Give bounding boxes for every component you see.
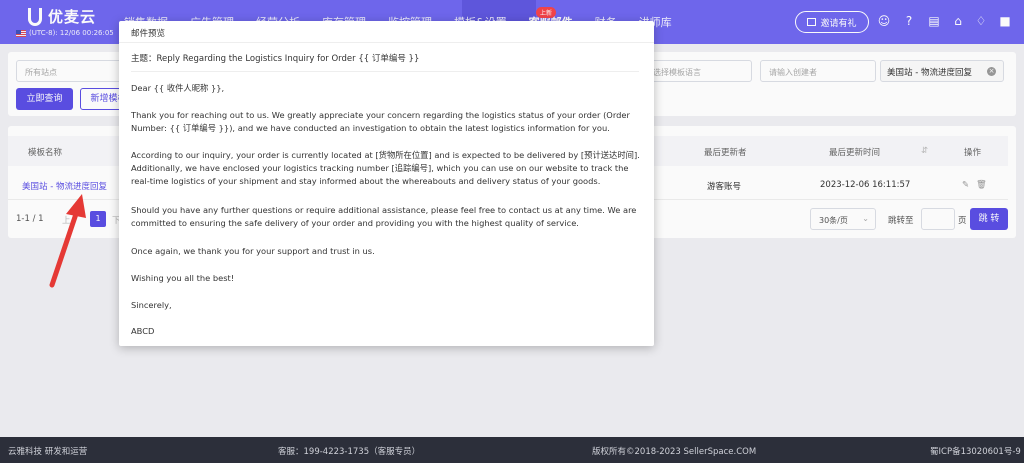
email-paragraph: According to our inquiry, your order is … — [131, 150, 640, 186]
email-paragraph: Wishing you all the best! — [131, 273, 235, 283]
modal-title: 邮件预览 — [131, 29, 166, 39]
footer-copyright: 版权所有©2018-2023 SellerSpace.COM — [592, 447, 757, 457]
modal-divider — [119, 42, 654, 43]
footer-company: 云雅科技 研发和运营 — [8, 447, 88, 457]
email-paragraph: Once again, we thank you for your suppor… — [131, 246, 375, 256]
email-preview-modal: 邮件预览 主题：Reply Regarding the Logistics In… — [119, 21, 654, 346]
email-signature: ABCD — [131, 326, 155, 336]
email-signoff: Sincerely, — [131, 300, 172, 310]
email-paragraph: Should you have any further questions or… — [131, 205, 637, 228]
page-footer: 云雅科技 研发和运营 客服：199-4223-1735（客服专员） 版权所有©2… — [0, 437, 1024, 463]
email-subject: 主题：Reply Regarding the Logistics Inquiry… — [131, 54, 420, 64]
footer-icp[interactable]: 蜀ICP备13020601号-9 — [930, 445, 1021, 457]
arrow-annotation-icon — [49, 194, 86, 288]
email-paragraph: Thank you for reaching out to us. We gre… — [131, 110, 630, 133]
footer-service: 客服：199-4223-1735（客服专员） — [278, 447, 421, 457]
email-greeting: Dear {{ 收件人昵称 }}, — [131, 83, 225, 93]
subject-divider — [131, 71, 639, 72]
